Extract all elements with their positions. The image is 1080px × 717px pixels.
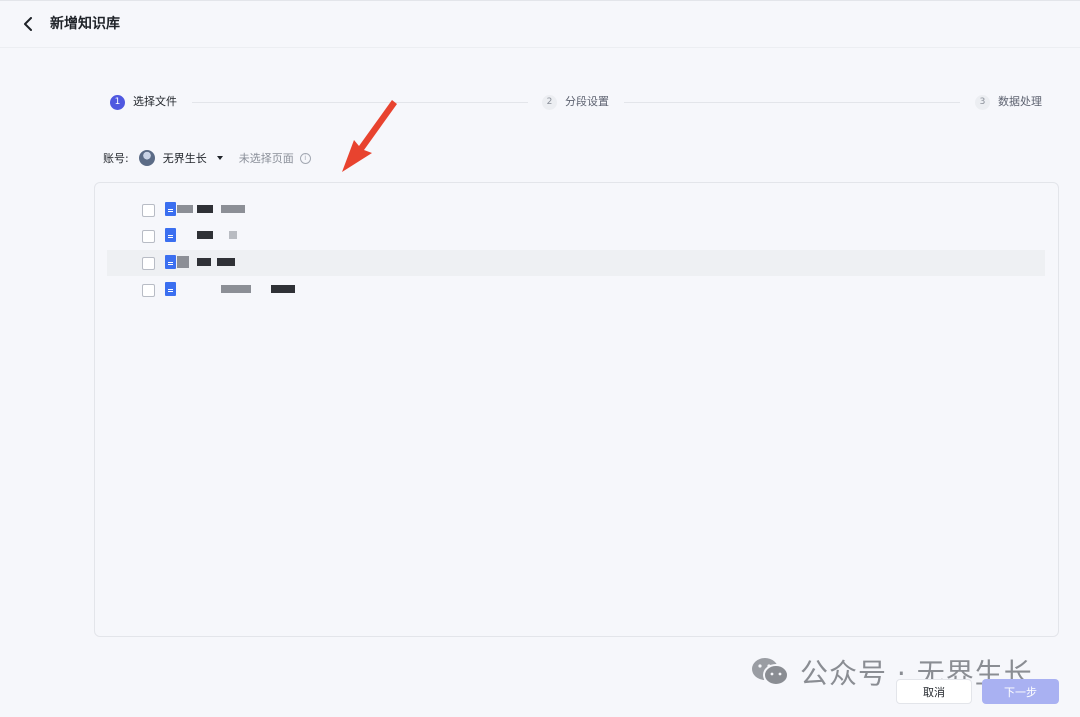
file-name-redacted [177,205,193,213]
step-3-number: 3 [975,94,990,110]
file-name-redacted [217,258,235,266]
file-row[interactable] [107,277,1045,303]
page-select-hint: 未选择页面 [238,152,294,165]
file-name-redacted [229,231,237,239]
file-name-redacted [221,205,245,213]
step-2: 2 分段设置 [542,93,609,111]
file-row[interactable] [107,250,1045,276]
step-1-label: 选择文件 [133,95,177,108]
file-name-redacted [271,285,295,293]
chevron-left-icon [24,17,32,31]
avatar [138,150,155,166]
file-row[interactable] [107,197,1045,223]
wechat-icon [752,658,789,686]
doc-icon [165,282,176,296]
info-icon[interactable]: i [299,152,311,164]
file-name-redacted [177,256,189,268]
file-checkbox[interactable] [142,257,155,270]
doc-icon [165,255,176,269]
file-name-redacted [221,285,251,293]
file-name-redacted [197,205,213,213]
step-3-label: 数据处理 [998,95,1042,108]
step-indicator: 1 选择文件 2 分段设置 3 数据处理 [110,93,1045,111]
file-checkbox[interactable] [142,204,155,217]
caret-down-icon [216,156,223,160]
red-arrow-annotation [342,100,397,172]
doc-icon [165,202,176,216]
step-1: 1 选择文件 [110,93,177,111]
account-select[interactable]: 无界生长 [138,150,239,166]
top-bar: 新增知识库 [0,0,1080,48]
file-name-redacted [197,258,211,266]
step-3: 3 数据处理 [975,93,1042,111]
account-label: 账号: [103,152,129,165]
file-checkbox[interactable] [142,284,155,297]
file-row[interactable] [107,223,1045,249]
account-name: 无界生长 [162,152,207,165]
file-name-redacted [197,231,213,239]
back-button[interactable] [18,14,38,34]
file-checkbox[interactable] [142,230,155,243]
file-list-panel [94,182,1059,637]
doc-icon [165,228,176,242]
step-divider [624,102,960,103]
account-row: 账号: 无界生长 未选择页面 i [103,148,311,168]
step-1-number: 1 [110,94,125,110]
cancel-button[interactable]: 取消 [896,679,972,704]
page-title: 新增知识库 [50,16,120,32]
step-2-label: 分段设置 [565,95,609,108]
next-step-button[interactable]: 下一步 [982,679,1059,704]
step-2-number: 2 [542,94,557,110]
